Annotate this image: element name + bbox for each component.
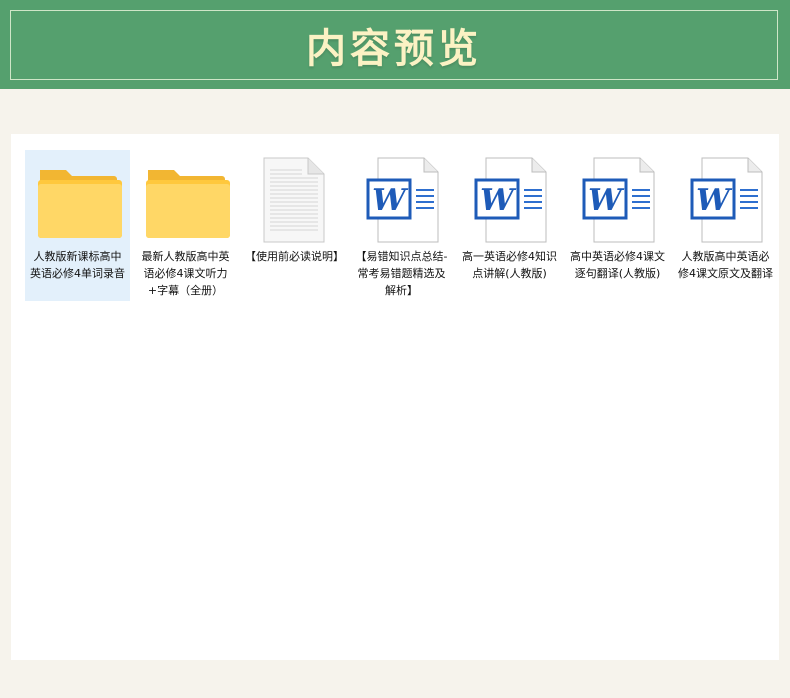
svg-text:W: W <box>372 183 409 218</box>
folder-icon <box>30 156 126 244</box>
word-document-icon: W <box>678 156 774 244</box>
svg-text:W: W <box>588 183 625 218</box>
file-item-word-2[interactable]: W 高一英语必修4知识点讲解(人教版) <box>457 150 562 282</box>
folder-icon <box>138 156 234 244</box>
file-item-word-4[interactable]: W 人教版高中英语必修4课文原文及翻译 <box>673 150 778 282</box>
file-name: 高一英语必修4知识点讲解(人教版) <box>462 250 557 280</box>
word-document-icon: W <box>570 156 666 244</box>
file-name: 人教版新课标高中英语必修4单词录音 <box>30 250 125 280</box>
file-item-folder-1[interactable]: 人教版新课标高中英语必修4单词录音 <box>25 150 130 301</box>
file-item-word-3[interactable]: W 高中英语必修4课文逐句翻译(人教版) <box>565 150 670 282</box>
file-item-folder-2[interactable]: 最新人教版高中英语必修4课文听力+字幕（全册） <box>133 150 238 299</box>
file-browser-panel: 人教版新课标高中英语必修4单词录音 最新人教版高中英语必修4课文听力+字幕（全册… <box>11 134 779 660</box>
file-item-text-doc[interactable]: 【使用前必读说明】 <box>241 150 346 265</box>
file-name: 高中英语必修4课文逐句翻译(人教版) <box>570 250 665 280</box>
svg-text:W: W <box>696 183 733 218</box>
file-name: 人教版高中英语必修4课文原文及翻译 <box>678 250 773 280</box>
file-name: 【使用前必读说明】 <box>245 250 344 263</box>
file-name: 【易错知识点总结-常考易错题精选及解析】 <box>355 250 448 297</box>
header-banner: 内容预览 <box>0 0 790 89</box>
file-name: 最新人教版高中英语必修4课文听力+字幕（全册） <box>141 250 230 297</box>
page-title: 内容预览 <box>306 25 482 72</box>
text-document-icon <box>246 156 342 244</box>
header-frame: 内容预览 <box>10 10 778 80</box>
file-item-word-1[interactable]: W 【易错知识点总结-常考易错题精选及解析】 <box>349 150 454 299</box>
word-document-icon: W <box>354 156 450 244</box>
word-document-icon: W <box>462 156 558 244</box>
svg-text:W: W <box>480 183 517 218</box>
